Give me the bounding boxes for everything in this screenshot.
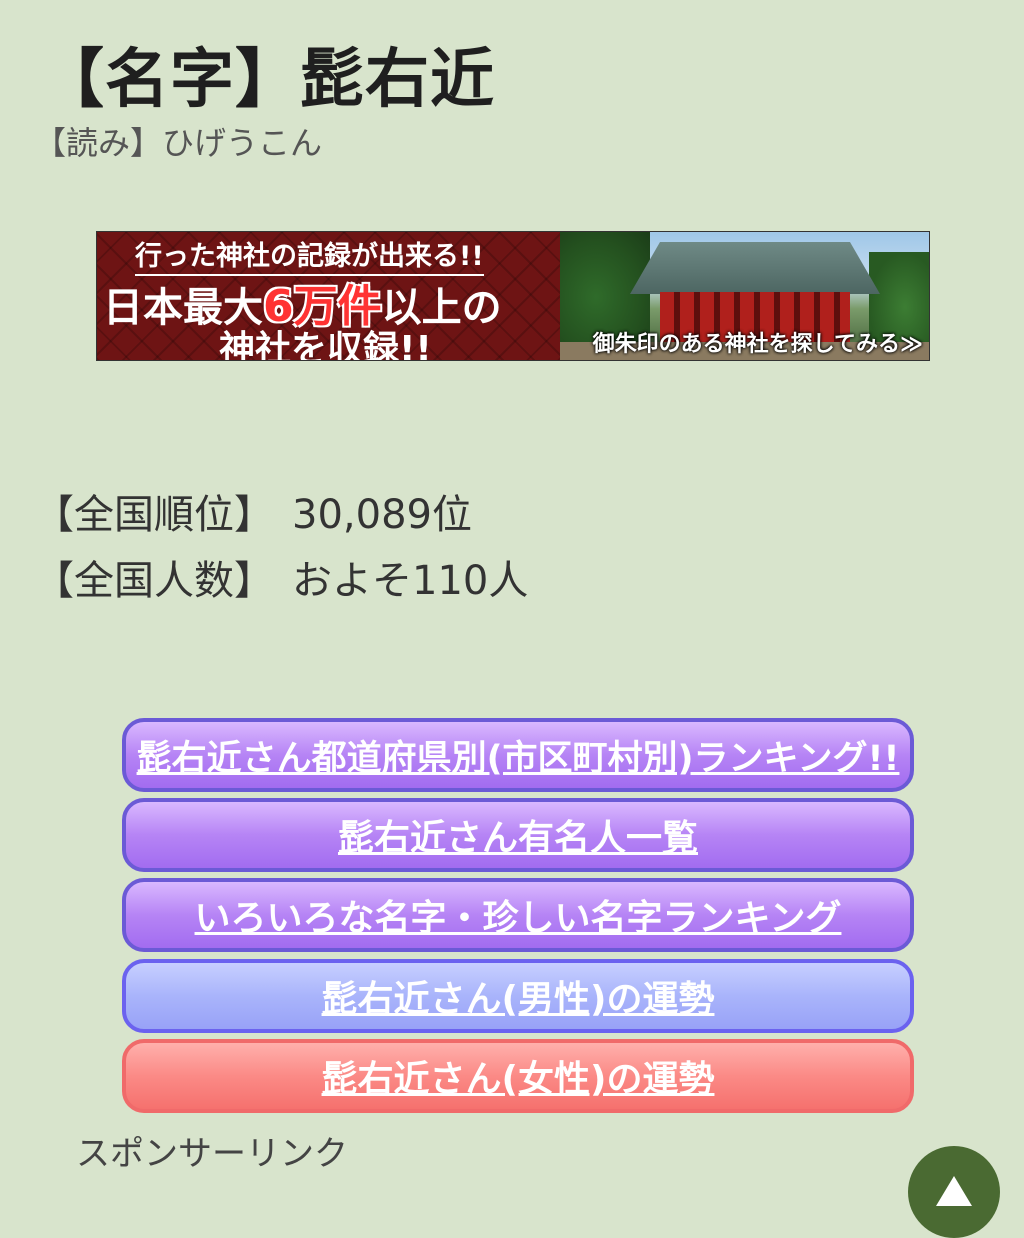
name-reading: 【読み】ひげうこん	[34, 124, 323, 162]
banner-text-panel: 行った神社の記録が出来る!! 日本最大6万件以上の 神社を収録!!	[97, 232, 560, 360]
famous-people-button[interactable]: 髭右近さん有名人一覧	[122, 798, 914, 872]
scroll-to-top-button[interactable]	[908, 1146, 1000, 1238]
banner-cta-caption[interactable]: 御朱印のある神社を探してみる≫	[593, 326, 923, 358]
female-fortune-button[interactable]: 髭右近さん(女性)の運勢	[122, 1039, 914, 1113]
shrine-photo: 御朱印のある神社を探してみる≫	[560, 232, 929, 360]
female-fortune-label: 髭右近さん(女性)の運勢	[321, 1059, 715, 1100]
page-title: 【名字】髭右近	[40, 43, 495, 117]
male-fortune-button[interactable]: 髭右近さん(男性)の運勢	[122, 959, 914, 1033]
national-rank: 【全国順位】 30,089位	[34, 482, 472, 540]
banner-subtext: 神社を収録!!	[219, 329, 432, 361]
prefecture-ranking-label: 髭右近さん都道府県別(市区町村別)ランキング!!	[136, 738, 900, 779]
famous-people-label: 髭右近さん有名人一覧	[337, 818, 698, 859]
sponsor-link-label: スポンサーリンク	[76, 1134, 348, 1174]
national-rank-value: 30,089位	[292, 492, 472, 538]
shrine-banner-ad[interactable]: 行った神社の記録が出来る!! 日本最大6万件以上の 神社を収録!! 御朱印のある…	[96, 231, 930, 361]
national-population: 【全国人数】 およそ110人	[34, 548, 528, 606]
male-fortune-label: 髭右近さん(男性)の運勢	[321, 979, 715, 1020]
national-rank-label: 【全国順位】	[34, 492, 274, 538]
rare-surname-ranking-button[interactable]: いろいろな名字・珍しい名字ランキング	[122, 878, 914, 952]
rare-surname-ranking-label: いろいろな名字・珍しい名字ランキング	[194, 898, 842, 939]
national-population-label: 【全国人数】	[34, 558, 274, 604]
arrow-up-icon	[936, 1176, 972, 1206]
prefecture-ranking-button[interactable]: 髭右近さん都道府県別(市区町村別)ランキング!!	[122, 718, 914, 792]
national-population-value: およそ110人	[292, 558, 529, 604]
shrine-roof-graphic	[630, 242, 880, 294]
